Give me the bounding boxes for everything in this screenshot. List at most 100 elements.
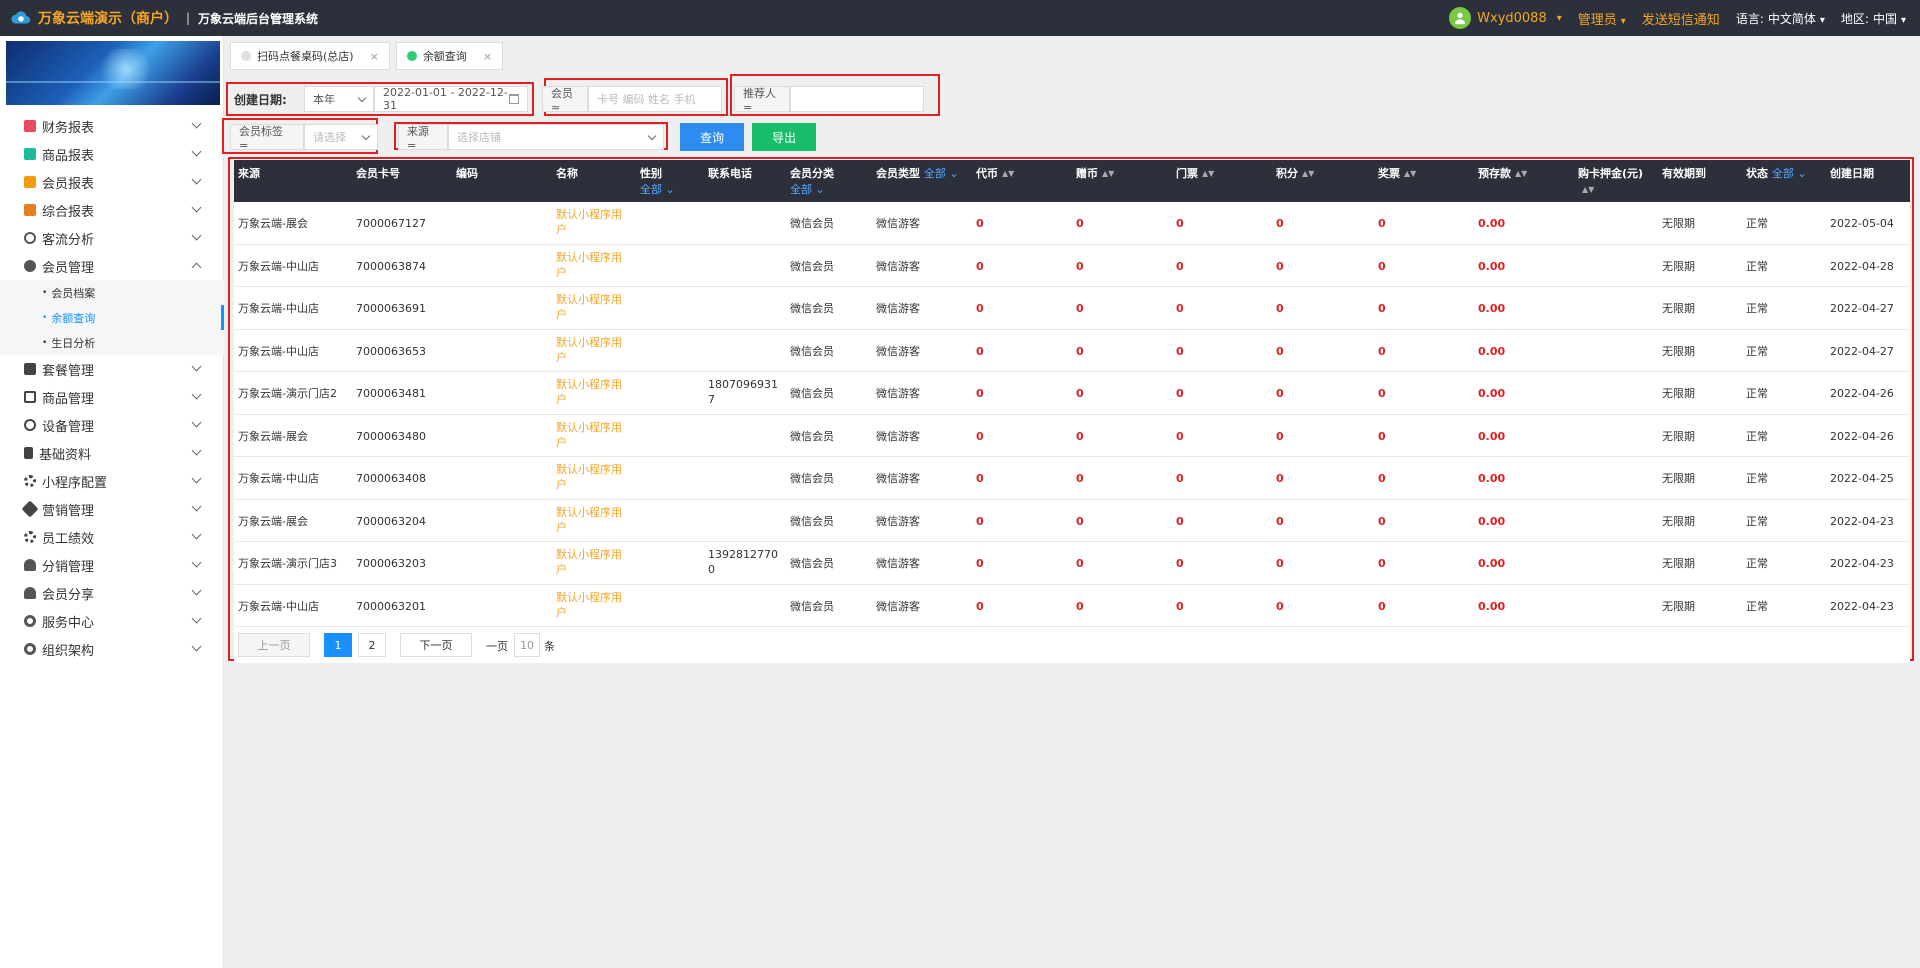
sidebar-item-device-management[interactable]: 设备管理 (0, 411, 224, 439)
region-selector[interactable]: 地区: 中国 ▾ (1841, 10, 1906, 27)
sort-icon[interactable]: ▲▼ (1202, 166, 1214, 182)
sort-icon[interactable]: ▲▼ (1302, 166, 1314, 182)
close-icon[interactable]: × (483, 50, 492, 63)
sort-icon[interactable]: ▲▼ (1515, 166, 1527, 182)
region-value: 中国 (1872, 11, 1897, 26)
sidebar-item-service-center[interactable]: 服务中心 (0, 607, 224, 635)
referrer-input[interactable] (790, 86, 924, 112)
sidebar-item-goods-report[interactable]: 商品报表 (0, 140, 224, 168)
col-coins[interactable]: 代币 ▲▼ (976, 166, 1014, 182)
tag-select[interactable]: 请选择 (304, 124, 378, 150)
sort-icon[interactable]: ▲▼ (1002, 166, 1014, 182)
cell-type: 微信游客 (876, 344, 920, 358)
table-row[interactable]: 万象云端-演示门店3 7000063203 默认小程序用户 13928127700 微信… (234, 542, 1910, 585)
cell-created: 2022-04-23 (1830, 514, 1894, 528)
tab-scan-order[interactable]: 扫码点餐桌码(总店) × (230, 42, 390, 70)
sort-icon[interactable]: ▲▼ (1102, 166, 1114, 182)
type-filter[interactable]: 全部 ⌄ (924, 167, 959, 180)
sidebar-item-marketing[interactable]: 营销管理 (0, 495, 224, 523)
table-row[interactable]: 万象云端-中山店 7000063691 默认小程序用户 微信会员 微信游客 0 0 0 0 0 0.… (234, 287, 1910, 330)
sort-icon[interactable]: ▲▼ (1582, 182, 1594, 198)
cell-deposit: 0.00 (1478, 387, 1506, 400)
cell-created: 2022-04-26 (1830, 387, 1894, 400)
cell-coins: 0 (976, 259, 984, 273)
sidebar-item-member-share[interactable]: 会员分享 (0, 579, 224, 607)
date-range-value: 2022-01-01 - 2022-12-31 (383, 86, 508, 112)
cell-type: 微信游客 (876, 557, 920, 570)
sidebar-item-finance-report[interactable]: 财务报表 (0, 112, 224, 140)
sort-icon[interactable]: ▲▼ (1404, 166, 1416, 182)
cell-deposit: 0.00 (1478, 599, 1506, 613)
source-select[interactable]: 选择店铺 (448, 124, 664, 150)
table-row[interactable]: 万象云端-展会 7000067127 默认小程序用户 微信会员 微信游客 0 0 0 0 0 0.0… (234, 202, 1910, 245)
sidebar-item-organization[interactable]: 组织架构 (0, 635, 224, 663)
device-icon (24, 419, 36, 431)
sidebar-item-general-report[interactable]: 综合报表 (0, 196, 224, 224)
col-lottery[interactable]: 奖票 ▲▼ (1378, 166, 1416, 182)
cell-created: 2022-05-04 (1830, 217, 1894, 230)
date-range-input[interactable]: 2022-01-01 - 2022-12-31 (374, 86, 528, 112)
cell-card-no: 7000063408 (356, 472, 426, 485)
file-icon (24, 447, 33, 459)
col-phone: 联系电话 (708, 167, 752, 180)
sidebar-subitem-balance-query[interactable]: 余额查询 (0, 305, 224, 330)
gender-filter[interactable]: 全部 ⌄ (640, 183, 675, 196)
sidebar-subitem-birthday-analysis[interactable]: 生日分析 (0, 330, 224, 355)
sidebar-item-goods-management[interactable]: 商品管理 (0, 383, 224, 411)
col-code: 编码 (456, 167, 478, 180)
export-button[interactable]: 导出 (752, 123, 816, 151)
page-1-button[interactable]: 1 (324, 633, 352, 657)
query-button[interactable]: 查询 (680, 123, 744, 151)
col-points[interactable]: 积分 ▲▼ (1276, 166, 1314, 182)
member-search-input[interactable]: 卡号 编码 姓名 手机 (588, 86, 722, 112)
table-row[interactable]: 万象云端-中山店 7000063201 默认小程序用户 微信会员 微信游客 0 0 0 0 0 0.… (234, 584, 1910, 627)
cell-source: 万象云端-中山店 (238, 302, 319, 315)
date-range-select[interactable]: 本年 (304, 86, 374, 112)
col-gift-coins[interactable]: 赠币 ▲▼ (1076, 166, 1114, 182)
next-page-button[interactable]: 下一页 (400, 633, 472, 657)
sidebar-item-member-report[interactable]: 会员报表 (0, 168, 224, 196)
sidebar-item-label: 综合报表 (42, 204, 95, 220)
table-row[interactable]: 万象云端-中山店 7000063408 默认小程序用户 微信会员 微信游客 0 0 0 0 0 0.… (234, 457, 1910, 500)
close-icon[interactable]: × (370, 50, 379, 63)
cell-category: 微信会员 (790, 302, 834, 315)
sidebar-item-package-management[interactable]: 套餐管理 (0, 355, 224, 383)
sms-notify-link[interactable]: 发送短信通知 (1642, 9, 1720, 28)
tab-balance-query[interactable]: 余额查询 × (395, 42, 504, 70)
table-row[interactable]: 万象云端-中山店 7000063653 默认小程序用户 微信会员 微信游客 0 0 0 0 0 0.… (234, 329, 1910, 372)
role-menu[interactable]: 管理员 ▾ (1578, 9, 1626, 28)
chevron-down-icon: ⌄ (949, 167, 959, 180)
page-2-button[interactable]: 2 (358, 633, 386, 657)
cell-card-no: 7000063201 (356, 599, 426, 613)
col-deposit[interactable]: 预存款 ▲▼ (1478, 166, 1527, 182)
sidebar-item-basic-data[interactable]: 基础资料 (0, 439, 224, 467)
category-filter[interactable]: 全部 ⌄ (790, 183, 825, 196)
cell-created: 2022-04-27 (1830, 302, 1894, 315)
cell-category: 微信会员 (790, 217, 834, 230)
cell-card-no: 7000063874 (356, 259, 426, 273)
language-selector[interactable]: 语言: 中文简体 ▾ (1736, 10, 1825, 27)
table-row[interactable]: 万象云端-演示门店2 7000063481 默认小程序用户 18070969317 微信… (234, 372, 1910, 415)
tag-select-placeholder: 请选择 (313, 131, 346, 144)
sidebar-item-traffic-analysis[interactable]: 客流分析 (0, 224, 224, 252)
sidebar-item-distribution[interactable]: 分销管理 (0, 551, 224, 579)
per-page-input[interactable]: 10 (514, 633, 540, 657)
prev-page-button[interactable]: 上一页 (238, 633, 310, 657)
cell-gift-coins: 0 (1076, 387, 1084, 400)
cell-source: 万象云端-展会 (238, 429, 308, 443)
sidebar-item-member-management[interactable]: 会员管理 (0, 252, 224, 280)
status-filter[interactable]: 全部 ⌄ (1772, 167, 1807, 180)
cell-tickets: 0 (1176, 599, 1184, 613)
chevron-down-icon (191, 118, 202, 129)
user-menu[interactable]: Wxyd0088 ▾ (1449, 7, 1562, 29)
cell-lottery: 0 (1378, 429, 1386, 443)
sidebar-item-staff-performance[interactable]: 员工绩效 (0, 523, 224, 551)
table-row[interactable]: 万象云端-展会 7000063204 默认小程序用户 微信会员 微信游客 0 0 0 0 0 0.0… (234, 499, 1910, 542)
sidebar-subitem-member-archive[interactable]: 会员档案 (0, 280, 224, 305)
table-row[interactable]: 万象云端-中山店 7000063874 默认小程序用户 微信会员 微信游客 0 0 0 0 0 0.… (234, 244, 1910, 287)
table-row[interactable]: 万象云端-展会 7000063480 默认小程序用户 微信会员 微信游客 0 0 0 0 0 0.0… (234, 414, 1910, 457)
col-card-deposit[interactable]: 购卡押金(元) ▲▼ (1578, 166, 1643, 198)
sidebar-item-miniprogram-config[interactable]: 小程序配置 (0, 467, 224, 495)
cell-type: 微信游客 (876, 429, 920, 443)
col-tickets[interactable]: 门票 ▲▼ (1176, 166, 1214, 182)
